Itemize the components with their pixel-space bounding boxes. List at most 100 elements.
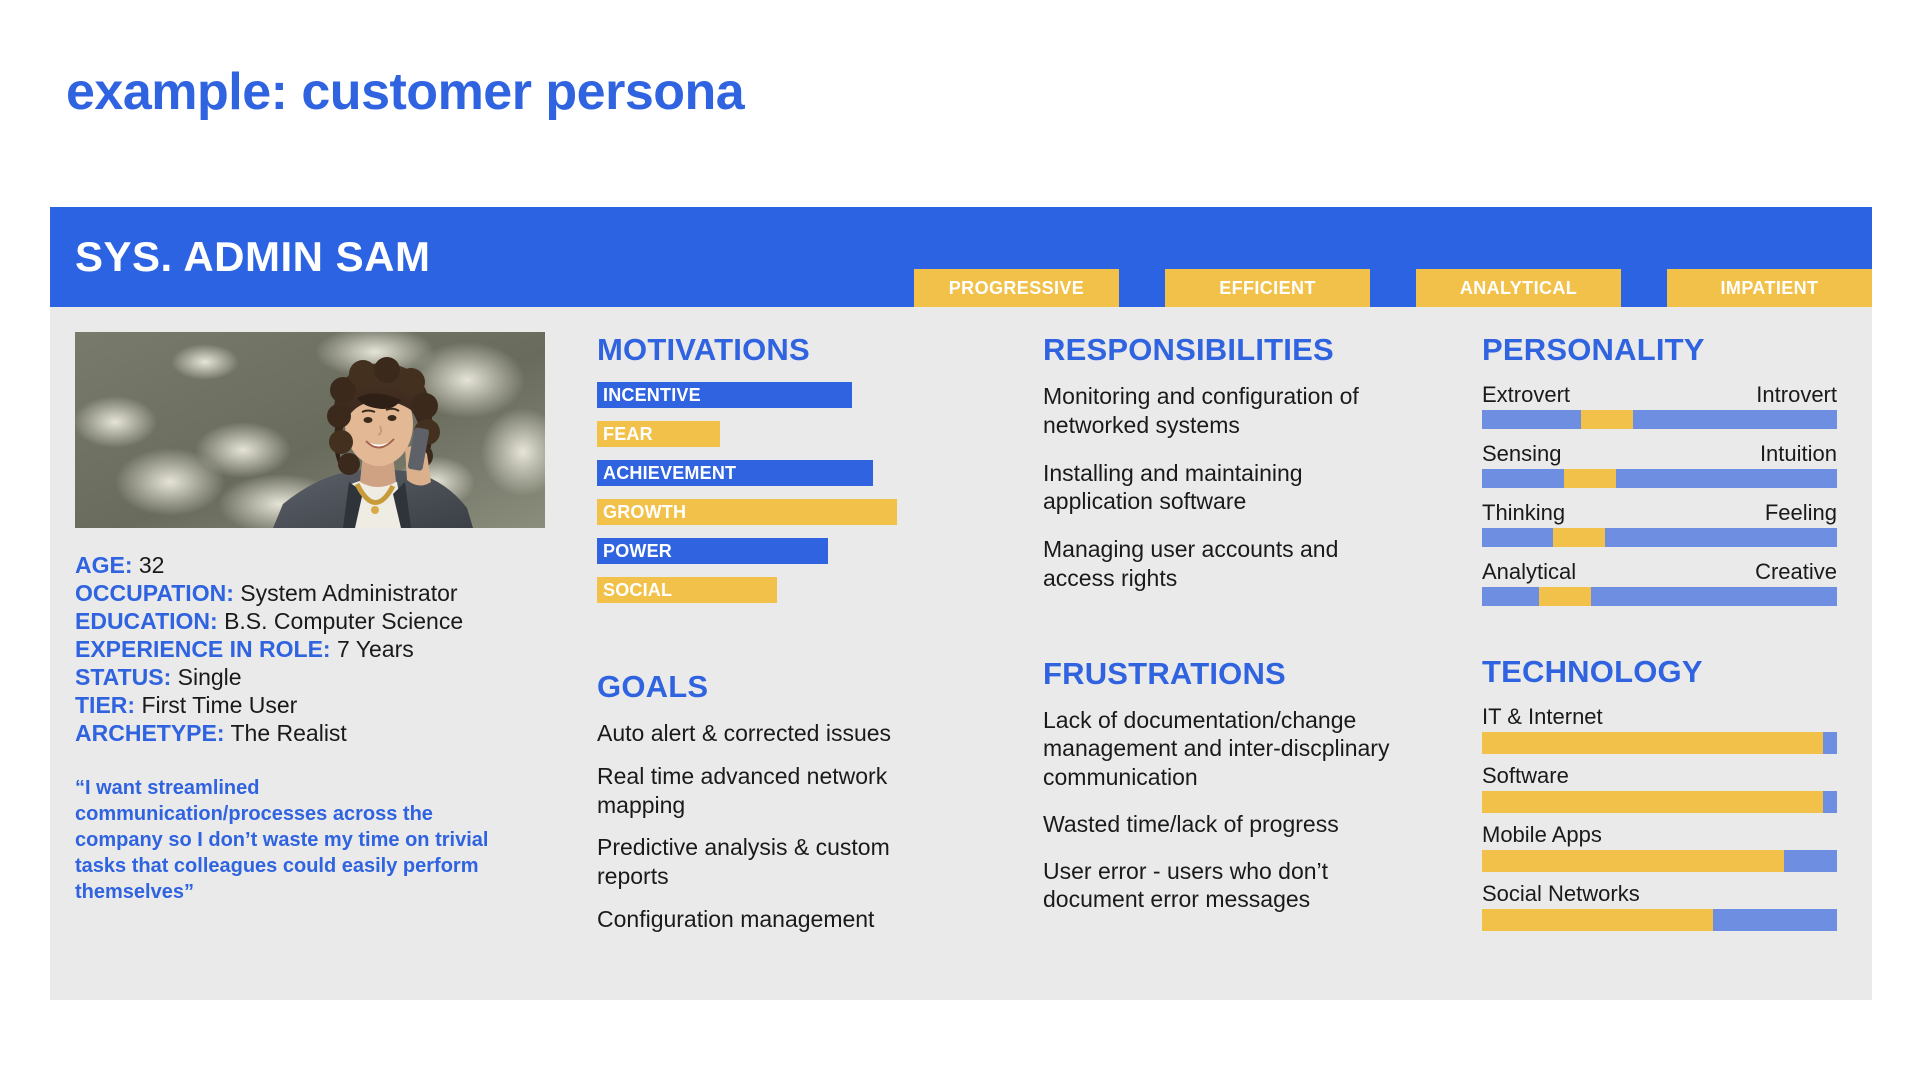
list-item: Managing user accounts and access rights	[1043, 536, 1339, 591]
personality-track[interactable]	[1482, 528, 1837, 547]
personality-track[interactable]	[1482, 587, 1837, 606]
section-title-technology: TECHNOLOGY	[1482, 654, 1703, 689]
list-item: User error - users who don’t document er…	[1043, 857, 1329, 913]
demographic-row: EXPERIENCE IN ROLE: 7 Years	[75, 635, 570, 663]
list-item: Real time advanced network mapping	[597, 762, 888, 818]
demographic-label: EDUCATION:	[75, 608, 218, 635]
persona-card: SYS. ADMIN SAM PROGRESSIVE EFFICIENT ANA…	[50, 207, 1872, 1000]
motivation-bar: ACHIEVEMENT	[597, 460, 873, 486]
list-item: Monitoring and configuration of networke…	[1043, 383, 1359, 438]
personality-left-label: Extrovert	[1482, 382, 1571, 407]
personality-slider: Extrovert Introvert	[1482, 382, 1837, 429]
profile-column: AGE: 32 OCCUPATION: System Administrator…	[50, 332, 570, 1000]
technology-fill	[1482, 909, 1713, 931]
persona-tag: EFFICIENT	[1165, 269, 1370, 307]
personality-slider: Analytical Creative	[1482, 559, 1837, 606]
personality-slider: Thinking Feeling	[1482, 500, 1837, 547]
technology-fill	[1482, 791, 1823, 813]
personality-marker[interactable]	[1563, 469, 1616, 488]
personality-slider-labels: Thinking Feeling	[1482, 500, 1837, 526]
demographic-label: OCCUPATION:	[75, 580, 234, 607]
motivation-label: SOCIAL	[603, 579, 673, 600]
demographic-value: First Time User	[141, 692, 298, 719]
technology-fill	[1482, 732, 1823, 754]
demographic-value: System Administrator	[240, 580, 458, 607]
demographic-label: STATUS:	[75, 664, 172, 691]
demographic-value: B.S. Computer Science	[224, 608, 464, 635]
personality-marker[interactable]	[1553, 528, 1605, 547]
frustrations-section: FRUSTRATIONS Lack of documentation/chang…	[1043, 656, 1460, 915]
technology-bar: Mobile Apps	[1482, 822, 1837, 872]
section-title-responsibilities: RESPONSIBILITIES	[1043, 332, 1334, 367]
section-title-goals: GOALS	[597, 669, 709, 704]
demographic-label: TIER:	[75, 692, 136, 719]
personality-track[interactable]	[1482, 410, 1837, 429]
demographics-list: AGE: 32 OCCUPATION: System Administrator…	[75, 551, 570, 747]
motivation-bar: GROWTH	[597, 499, 897, 525]
persona-name: SYS. ADMIN SAM	[75, 233, 431, 280]
persona-tag: PROGRESSIVE	[914, 269, 1119, 307]
personality-marker[interactable]	[1538, 587, 1591, 606]
list-item: Predictive analysis & custom reports	[597, 834, 890, 889]
list-item: Auto alert & corrected issues	[597, 720, 892, 746]
technology-track	[1482, 909, 1837, 931]
persona-tag: IMPATIENT	[1667, 269, 1872, 307]
personality-right-label: Creative	[1755, 559, 1837, 584]
goals-list: Auto alert & corrected issues Real time …	[597, 719, 1010, 934]
motivation-bar: FEAR	[597, 421, 720, 447]
technology-bar: Software	[1482, 763, 1837, 813]
personality-left-label: Analytical	[1482, 559, 1577, 584]
list-item: Installing and maintaining application s…	[1043, 459, 1303, 515]
list-item: Lack of documentation/change management …	[1043, 706, 1390, 791]
motivation-bar: POWER	[597, 538, 828, 564]
personality-slider-group: Extrovert Introvert Sensing Intuition Th…	[1482, 382, 1860, 606]
personality-marker[interactable]	[1581, 410, 1634, 429]
demographic-row: OCCUPATION: System Administrator	[75, 579, 570, 607]
personality-right-label: Introvert	[1756, 382, 1837, 407]
persona-card-header: SYS. ADMIN SAM PROGRESSIVE EFFICIENT ANA…	[50, 207, 1872, 307]
demographic-value: The Realist	[230, 720, 347, 747]
persona-card-body: AGE: 32 OCCUPATION: System Administrator…	[50, 307, 1872, 1000]
technology-label: Social Networks	[1482, 881, 1640, 906]
personality-track[interactable]	[1482, 469, 1837, 488]
demographic-row: ARCHETYPE: The Realist	[75, 719, 570, 747]
technology-label: IT & Internet	[1482, 704, 1603, 729]
personality-slider-labels: Extrovert Introvert	[1482, 382, 1837, 408]
personality-right-label: Intuition	[1759, 441, 1837, 466]
demographic-value: 7 Years	[337, 636, 414, 663]
section-title-frustrations: FRUSTRATIONS	[1043, 655, 1286, 691]
demographic-row: STATUS: Single	[75, 663, 570, 691]
demographic-label: ARCHETYPE:	[75, 720, 225, 747]
demographic-row: EDUCATION: B.S. Computer Science	[75, 607, 570, 635]
persona-quote: “I want streamlined communication/proces…	[75, 777, 489, 904]
motivation-label: GROWTH	[603, 501, 687, 522]
motivations-column: MOTIVATIONS INCENTIVE FEAR ACHIEVEMENT G…	[570, 332, 1010, 1000]
motivation-label: ACHIEVEMENT	[603, 462, 737, 483]
list-item: Configuration management	[597, 905, 875, 932]
technology-bar-group: IT & Internet Software Mobile Apps Socia…	[1482, 704, 1860, 931]
technology-track	[1482, 732, 1837, 754]
technology-fill	[1482, 850, 1784, 872]
personality-slider: Sensing Intuition	[1482, 441, 1837, 488]
demographic-row: AGE: 32	[75, 551, 570, 579]
demographic-value: 32	[138, 552, 165, 578]
persona-photo	[75, 332, 545, 528]
technology-label: Mobile Apps	[1482, 822, 1602, 847]
personality-left-label: Sensing	[1482, 441, 1562, 466]
section-title-motivations: MOTIVATIONS	[597, 332, 810, 367]
list-item: Wasted time/lack of progress	[1043, 810, 1339, 837]
motivation-bar: SOCIAL	[597, 577, 777, 603]
motivations-bar-chart: INCENTIVE FEAR ACHIEVEMENT GROWTH POWER …	[597, 382, 1010, 603]
demographic-row: TIER: First Time User	[75, 691, 570, 719]
demographic-value: Single	[177, 664, 242, 691]
technology-section: TECHNOLOGY IT & Internet Software Mobile…	[1482, 654, 1860, 931]
responsibilities-column: RESPONSIBILITIES Monitoring and configur…	[1010, 332, 1460, 1000]
persona-tag: ANALYTICAL	[1416, 269, 1621, 307]
motivation-label: POWER	[603, 540, 673, 561]
personality-slider-labels: Analytical Creative	[1482, 559, 1837, 585]
motivation-label: INCENTIVE	[603, 384, 701, 405]
persona-tag-row: PROGRESSIVE EFFICIENT ANALYTICAL IMPATIE…	[914, 269, 1872, 307]
personality-slider-labels: Sensing Intuition	[1482, 441, 1837, 467]
technology-label: Software	[1482, 763, 1569, 788]
motivation-label: FEAR	[603, 423, 653, 444]
